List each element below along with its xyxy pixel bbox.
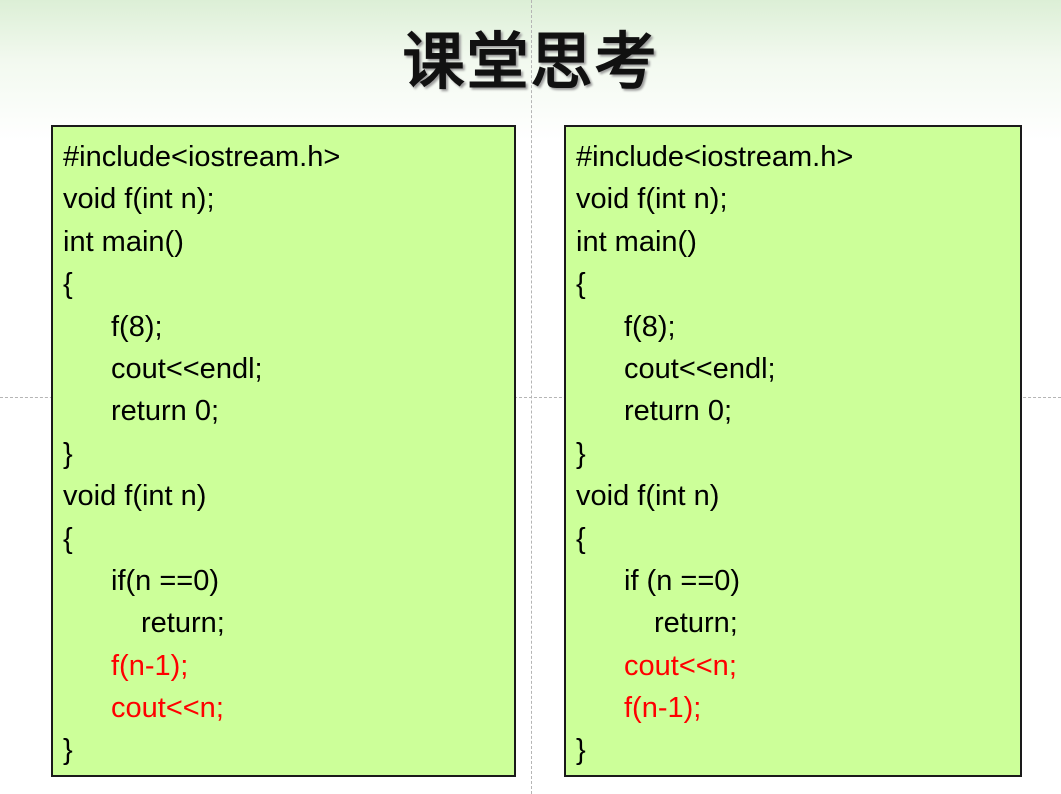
code-line: cout<<endl; — [624, 352, 776, 385]
code-line: cout<<endl; — [111, 352, 263, 385]
code-line: { — [63, 268, 73, 301]
code-line: #include<iostream.h> — [576, 141, 854, 173]
code-line: { — [576, 268, 586, 301]
code-line: } — [63, 437, 73, 470]
code-line: #include<iostream.h> — [63, 141, 341, 173]
code-line: f(8); — [111, 310, 163, 343]
code-line: void f(int n) — [576, 480, 720, 513]
code-line-highlighted: cout<<n; — [624, 649, 737, 682]
code-line: } — [576, 734, 586, 767]
code-line: } — [63, 734, 73, 767]
code-line: void f(int n); — [63, 183, 215, 216]
code-line: return; — [654, 607, 738, 640]
code-line: } — [576, 437, 586, 470]
code-line: { — [63, 522, 73, 555]
slide-title: 课堂思考 — [402, 25, 659, 98]
code-line-highlighted: cout<<n; — [111, 692, 224, 725]
code-line: void f(int n); — [576, 183, 728, 216]
code-line: return 0; — [111, 395, 219, 428]
code-line: { — [576, 522, 586, 555]
code-line-highlighted: f(n-1); — [111, 649, 189, 682]
code-line: if (n ==0) — [624, 564, 741, 597]
code-line: f(8); — [624, 310, 676, 343]
code-line-highlighted: f(n-1); — [624, 692, 702, 725]
code-line: int main() — [576, 225, 697, 258]
code-line: if(n ==0) — [111, 564, 219, 597]
code-line: return; — [141, 607, 225, 640]
code-line: int main() — [63, 225, 184, 258]
right-code-panel: #include<iostream.h> void f(int n); int … — [564, 125, 1022, 777]
code-line: return 0; — [624, 395, 732, 428]
code-line: void f(int n) — [63, 480, 207, 513]
left-code-panel: #include<iostream.h> void f(int n); int … — [51, 125, 516, 777]
